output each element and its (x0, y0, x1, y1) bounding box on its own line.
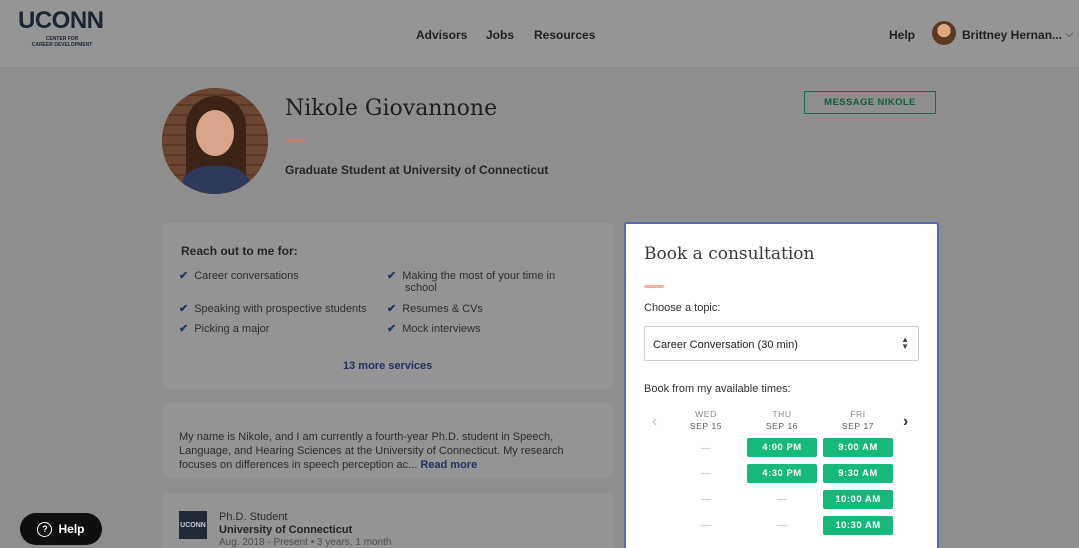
services-title: Reach out to me for: (181, 244, 298, 258)
nav-jobs[interactable]: Jobs (486, 28, 514, 42)
services-card: Reach out to me for: ✔ Career conversatio… (163, 223, 613, 389)
day-header-wed: WED SEP 15 (689, 409, 723, 431)
profile-name: Nikole Giovannone (285, 96, 498, 121)
profile-photo (162, 88, 268, 194)
help-button[interactable]: ? Help (20, 513, 102, 545)
time-slot-fri[interactable]: 9:00 AM (823, 438, 893, 457)
nav-help[interactable]: Help (889, 28, 915, 42)
bio-text: My name is Nikole, and I am currently a … (179, 431, 564, 471)
booking-panel: Book a consultation Choose a topic: Care… (624, 222, 939, 548)
topic-label: Choose a topic: (644, 302, 721, 314)
user-name[interactable]: Brittney Hernan... (962, 28, 1062, 42)
bio-card: My name is Nikole, and I am currently a … (163, 403, 613, 478)
education-dates: Aug. 2018 - Present • 3 years, 1 month (219, 537, 392, 548)
empty-slot: — (701, 494, 711, 505)
service-item: ✔ Picking a major (179, 323, 270, 335)
service-item: ✔ Mock interviews (387, 323, 481, 335)
check-icon: ✔ (387, 270, 397, 282)
service-item: ✔ Career conversations (179, 270, 299, 282)
select-arrows-icon: ▲ ▼ (901, 335, 909, 351)
booking-title: Book a consultation (644, 244, 815, 264)
service-item: ✔ Resumes & CVs (387, 303, 483, 315)
time-slot-thu[interactable]: 4:00 PM (747, 438, 817, 457)
empty-slot: — (701, 520, 711, 531)
question-icon: ? (37, 521, 53, 537)
day-header-fri: FRI SEP 17 (841, 409, 875, 431)
topic-select[interactable]: Career Conversation (30 min) ▲ ▼ (644, 326, 919, 361)
day-header-thu: THU SEP 16 (765, 409, 799, 431)
nav-advisors[interactable]: Advisors (416, 28, 467, 42)
check-icon: ✔ (179, 323, 189, 335)
check-icon: ✔ (387, 323, 397, 335)
accent-divider (285, 139, 305, 142)
time-slot-fri[interactable]: 10:30 AM (823, 516, 893, 535)
uconn-logo[interactable]: UCONN CENTER FOR CAREER DEVELOPMENT (18, 9, 106, 61)
school-name: University of Connecticut (219, 524, 353, 536)
chevron-down-icon[interactable]: ⌵ (1065, 28, 1073, 41)
degree-title: Ph.D. Student (219, 511, 288, 523)
empty-slot: — (777, 520, 787, 531)
availability-label: Book from my available times: (644, 383, 791, 395)
check-icon: ✔ (387, 303, 397, 315)
nav-resources[interactable]: Resources (534, 28, 595, 42)
chevron-right-icon[interactable]: › (903, 413, 908, 431)
time-slot-fri[interactable]: 9:30 AM (823, 464, 893, 483)
read-more-link[interactable]: Read more (420, 459, 477, 471)
help-label: Help (58, 522, 85, 536)
top-nav: UCONN CENTER FOR CAREER DEVELOPMENT Advi… (0, 0, 1079, 68)
empty-slot: — (701, 468, 711, 479)
accent-divider (644, 285, 664, 288)
service-item: ✔ Making the most of your time in school (387, 270, 556, 294)
profile-subtitle: Graduate Student at University of Connec… (285, 163, 549, 177)
message-button[interactable]: MESSAGE NIKOLE (804, 91, 936, 114)
time-slot-fri[interactable]: 10:00 AM (823, 490, 893, 509)
education-card: UCONN Ph.D. Student University of Connec… (163, 493, 613, 548)
service-item: ✔ Speaking with prospective students (179, 303, 367, 315)
empty-slot: — (777, 494, 787, 505)
check-icon: ✔ (179, 270, 189, 282)
check-icon: ✔ (179, 303, 189, 315)
time-slot-thu[interactable]: 4:30 PM (747, 464, 817, 483)
topic-value: Career Conversation (30 min) (653, 339, 798, 351)
logo-wordmark: UCONN (18, 7, 104, 34)
empty-slot: — (701, 443, 711, 454)
logo-subtitle-2: CAREER DEVELOPMENT (31, 42, 93, 48)
chevron-left-icon[interactable]: ‹ (652, 413, 657, 431)
user-avatar[interactable] (932, 21, 956, 45)
school-logo: UCONN (179, 511, 207, 539)
more-services-link[interactable]: 13 more services (343, 360, 432, 372)
